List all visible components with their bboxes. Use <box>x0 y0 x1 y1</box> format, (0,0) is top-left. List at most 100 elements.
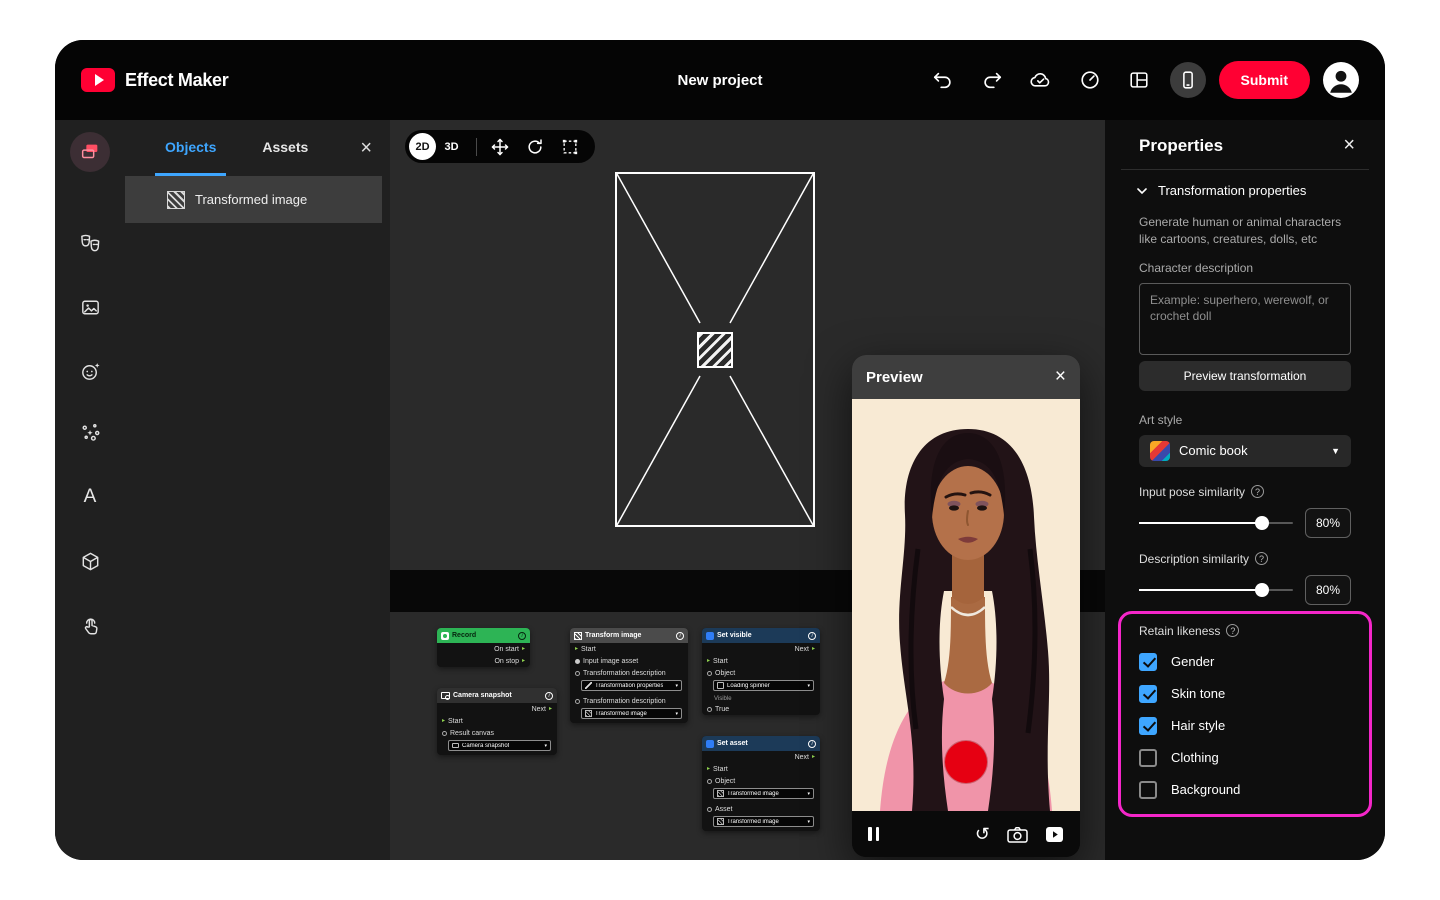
background-checkbox[interactable] <box>1139 781 1157 799</box>
port-result-canvas[interactable]: Result canvas <box>437 727 557 739</box>
chevron-down-icon <box>1135 184 1149 198</box>
image-tool-button[interactable] <box>70 287 110 327</box>
clothing-checkbox[interactable] <box>1139 749 1157 767</box>
restart-button[interactable]: ↺ <box>975 824 990 845</box>
tab-objects[interactable]: Objects <box>155 120 226 176</box>
port-next[interactable]: Next▸ <box>702 643 820 655</box>
particles-tool-button[interactable] <box>70 412 110 452</box>
description-similarity-value[interactable]: 80% <box>1305 575 1351 605</box>
close-icon[interactable]: × <box>1055 366 1066 388</box>
camera-snapshot-dropdown[interactable]: Camera snapshot▾ <box>448 740 551 751</box>
layout-button[interactable] <box>1121 62 1157 98</box>
port-next[interactable]: Next▸ <box>437 703 557 715</box>
rotate-tool-button[interactable] <box>523 135 547 159</box>
help-icon[interactable]: ? <box>1226 624 1239 637</box>
text-tool-button[interactable]: A <box>70 477 110 517</box>
transformed-image-object[interactable] <box>697 332 733 368</box>
preview-transformation-button[interactable]: Preview transformation <box>1139 361 1351 391</box>
port-transformation-description-2[interactable]: Transformation description <box>570 695 688 707</box>
info-icon[interactable]: i <box>676 632 684 640</box>
redo-button[interactable] <box>974 62 1010 98</box>
help-icon[interactable]: ? <box>1255 552 1268 565</box>
object-dropdown[interactable]: Transformed image▾ <box>713 788 814 799</box>
canvas-area[interactable]: 2D 3D <box>390 120 1105 860</box>
node-set-visible[interactable]: Set visible i Next▸ ▸Start Object Loadin… <box>702 628 820 715</box>
section-transformation-properties[interactable]: Transformation properties <box>1105 170 1385 208</box>
restart-icon: ↺ <box>975 824 990 845</box>
node-record[interactable]: Record i On start▸ On stop▸ <box>437 628 530 667</box>
info-icon[interactable]: i <box>545 692 553 700</box>
info-icon[interactable]: i <box>808 740 816 748</box>
cloud-saved-button[interactable] <box>1023 62 1059 98</box>
interaction-tool-button[interactable] <box>70 605 110 645</box>
input-pose-slider[interactable] <box>1139 516 1293 530</box>
object-item-transformed-image[interactable]: Transformed image <box>125 176 382 223</box>
record-button[interactable] <box>945 741 987 783</box>
node-set-asset[interactable]: Set asset i Next▸ ▸Start Object Transfor… <box>702 736 820 831</box>
checkbox-row-hair-style[interactable]: Hair style <box>1139 710 1351 742</box>
art-style-label: Art style <box>1139 413 1351 427</box>
port-start[interactable]: ▸Start <box>702 655 820 667</box>
asset-dropdown[interactable]: Transformed image▾ <box>713 816 814 827</box>
port-on-start[interactable]: On start▸ <box>437 643 530 655</box>
checkbox-row-background[interactable]: Background <box>1139 774 1351 806</box>
port-start[interactable]: ▸Start <box>702 763 820 775</box>
checkbox-row-gender[interactable]: Gender <box>1139 646 1351 678</box>
info-icon[interactable]: i <box>518 632 526 640</box>
close-icon[interactable]: × <box>1343 134 1355 157</box>
port-visible-value[interactable]: True <box>702 703 820 715</box>
skin-tone-checkbox[interactable] <box>1139 685 1157 703</box>
face-effect-tool-button[interactable] <box>70 351 110 391</box>
transformation-properties-dropdown[interactable]: Transformation properties▾ <box>581 680 682 691</box>
node-transform-image[interactable]: Transform image i ▸Start Input image ass… <box>570 628 688 723</box>
help-icon[interactable]: ? <box>1251 485 1264 498</box>
hair-style-checkbox[interactable] <box>1139 717 1157 735</box>
submit-button[interactable]: Submit <box>1219 61 1310 99</box>
scene-tool-button[interactable] <box>70 132 110 172</box>
checkbox-row-clothing[interactable]: Clothing <box>1139 742 1351 774</box>
port-object[interactable]: Object <box>702 775 820 787</box>
info-icon[interactable]: i <box>808 632 816 640</box>
snapshot-button[interactable] <box>1007 826 1028 843</box>
transformed-image-dropdown[interactable]: Transformed image▾ <box>581 708 682 719</box>
effects-tool-button[interactable] <box>70 223 110 263</box>
slider-thumb[interactable] <box>1255 516 1269 530</box>
caret-down-icon: ▾ <box>807 683 810 689</box>
undo-button[interactable] <box>925 62 961 98</box>
tab-assets[interactable]: Assets <box>252 120 318 176</box>
mode-2d-button[interactable]: 2D <box>409 133 436 160</box>
port-start[interactable]: ▸Start <box>570 643 688 655</box>
node-camera-snapshot[interactable]: Camera snapshot i Next▸ ▸Start Result ca… <box>437 688 557 755</box>
3d-object-tool-button[interactable] <box>70 541 110 581</box>
description-similarity-slider[interactable] <box>1139 583 1293 597</box>
avatar[interactable] <box>1323 62 1359 98</box>
port-triangle-icon: ▸ <box>575 646 578 652</box>
media-button[interactable] <box>1045 826 1064 843</box>
loading-spinner-dropdown[interactable]: Loading spinner▾ <box>713 680 814 691</box>
checkbox-row-skin-tone[interactable]: Skin tone <box>1139 678 1351 710</box>
port-transformation-description-1[interactable]: Transformation description <box>570 667 688 679</box>
mode-toggle: 2D 3D <box>409 133 465 160</box>
face-smile-icon <box>79 360 102 383</box>
port-object[interactable]: Object <box>702 667 820 679</box>
slider-thumb[interactable] <box>1255 583 1269 597</box>
performance-button[interactable] <box>1072 62 1108 98</box>
port-asset[interactable]: Asset <box>702 803 820 815</box>
gender-checkbox[interactable] <box>1139 653 1157 671</box>
mode-3d-button[interactable]: 3D <box>438 133 465 160</box>
port-circle-icon <box>707 779 712 784</box>
close-icon[interactable]: × <box>360 137 372 160</box>
port-next[interactable]: Next▸ <box>702 751 820 763</box>
move-tool-button[interactable] <box>488 135 512 159</box>
art-style-select[interactable]: Comic book ▼ <box>1139 435 1351 467</box>
port-input-image-asset[interactable]: Input image asset <box>570 655 688 667</box>
input-pose-value[interactable]: 80% <box>1305 508 1351 538</box>
port-start[interactable]: ▸Start <box>437 715 557 727</box>
undo-icon <box>932 69 954 91</box>
device-preview-button[interactable] <box>1170 62 1206 98</box>
scale-tool-button[interactable] <box>558 135 582 159</box>
media-play-icon <box>1045 826 1064 843</box>
port-on-stop[interactable]: On stop▸ <box>437 655 530 667</box>
character-description-input[interactable] <box>1139 283 1351 355</box>
pause-button[interactable] <box>868 827 879 841</box>
